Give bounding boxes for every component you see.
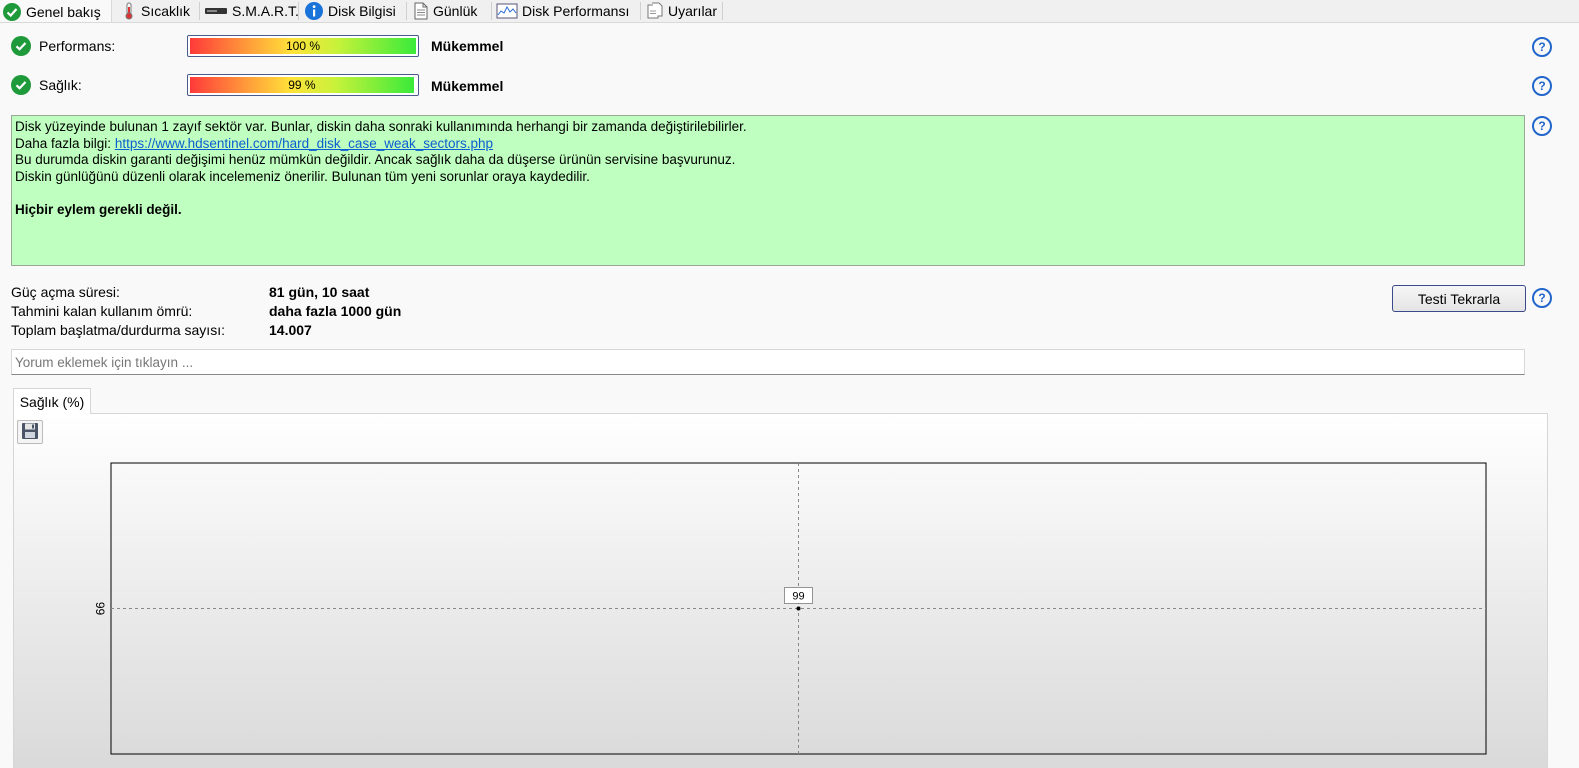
data-label: 99: [792, 591, 804, 603]
y-tick-label: 99: [93, 602, 107, 616]
data-point: [796, 606, 801, 611]
health-chart: 99 99: [93, 462, 1487, 755]
